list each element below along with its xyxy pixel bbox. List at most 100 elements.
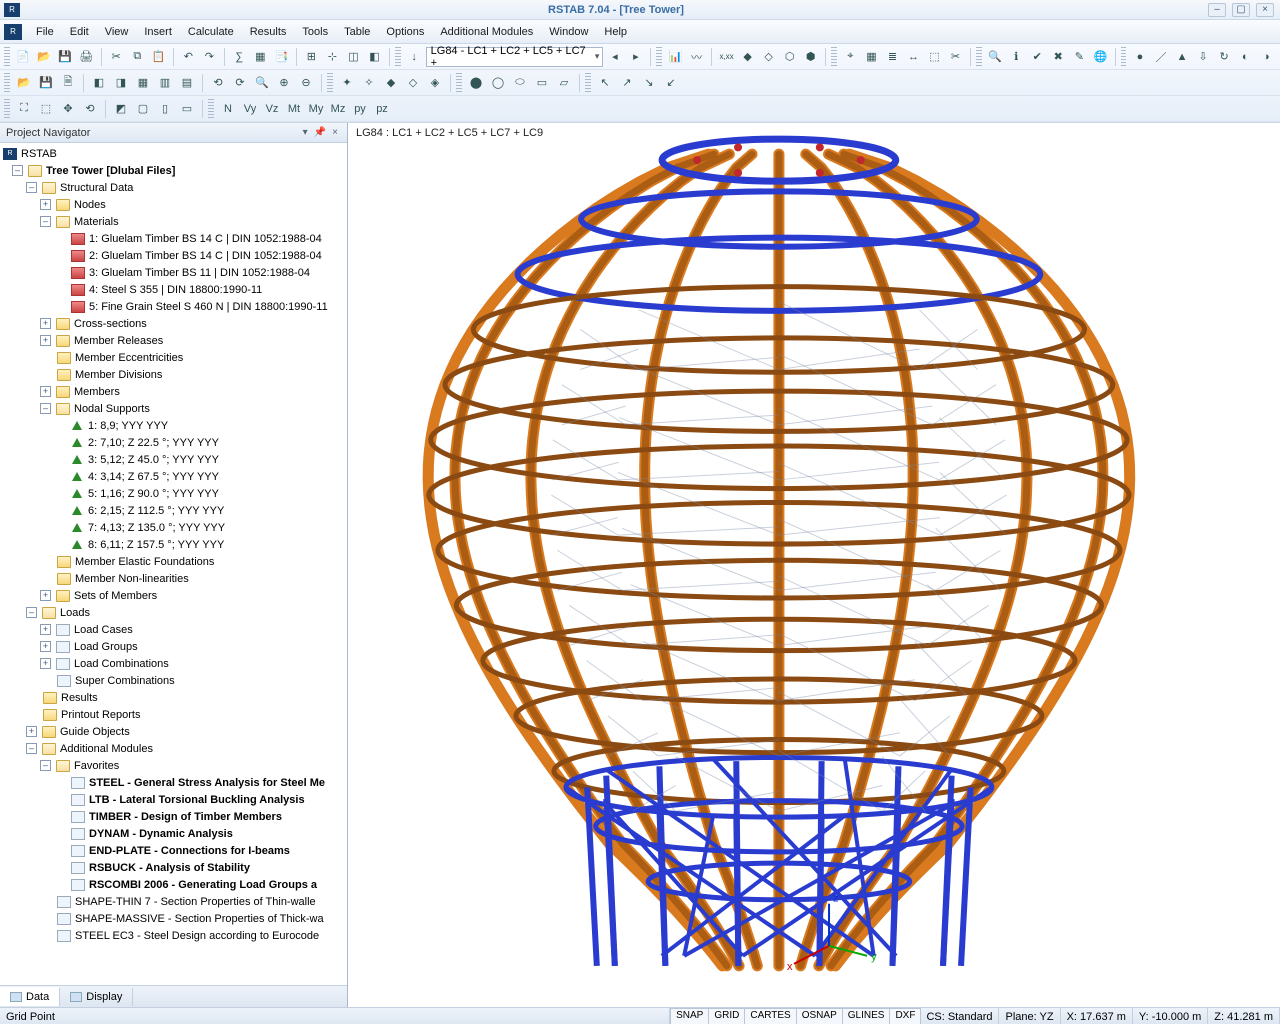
tb2-saveas-icon[interactable]: 🗎 [58, 73, 78, 93]
tb-undo-icon[interactable]: ↶ [179, 47, 198, 67]
status-glines[interactable]: GLINES [842, 1008, 891, 1024]
tb-member-icon[interactable]: ／ [1152, 47, 1171, 67]
tb-results-toggle-icon[interactable]: 📊 [666, 47, 685, 67]
tree-elastic-foundations[interactable]: Member Elastic Foundations [0, 553, 347, 570]
tree-favorite-item[interactable]: END-PLATE - Connections for I-beams [0, 842, 347, 859]
tb2-q-icon[interactable]: ◯ [488, 73, 508, 93]
tree-cross-sections[interactable]: +Cross-sections [0, 315, 347, 332]
tb3-iso-icon[interactable]: ◩ [111, 99, 131, 119]
tree-favorites[interactable]: –Favorites [0, 757, 347, 774]
loadcase-combo[interactable]: LG84 - LC1 + LC2 + LC5 + LC7 + [426, 47, 604, 67]
navigator-pin-icon[interactable]: 📌 [311, 127, 329, 138]
tree-favorite-item[interactable]: RSBUCK - Analysis of Stability [0, 859, 347, 876]
model-viewport[interactable]: LG84 : LC1 + LC2 + LC5 + LC7 + LC9 x y z [348, 123, 1280, 1007]
tb-misc4-icon[interactable]: ⬢ [801, 47, 820, 67]
tree-materials[interactable]: –Materials [0, 213, 347, 230]
tb-prev-icon[interactable]: ◂ [605, 47, 624, 67]
tb-clip-icon[interactable]: ✂ [946, 47, 965, 67]
tb3-e-icon[interactable]: My [306, 99, 326, 119]
tree-material-item[interactable]: 1: Gluelam Timber BS 14 C | DIN 1052:198… [0, 230, 347, 247]
menu-window[interactable]: Window [541, 22, 596, 42]
tree-member-eccentricities[interactable]: Member Eccentricities [0, 349, 347, 366]
tree-additional-modules[interactable]: –Additional Modules [0, 740, 347, 757]
tree-favorite-item[interactable]: RSCOMBI 2006 - Generating Load Groups a [0, 876, 347, 893]
tb2-d-icon[interactable]: ▥ [155, 73, 175, 93]
tree-structural-data[interactable]: –Structural Data [0, 179, 347, 196]
tree-module-item[interactable]: STEEL EC3 - Steel Design according to Eu… [0, 927, 347, 944]
tree-material-item[interactable]: 4: Steel S 355 | DIN 18800:1990-11 [0, 281, 347, 298]
tree-results[interactable]: Results [0, 689, 347, 706]
tb2-h-icon[interactable]: 🔍 [252, 73, 272, 93]
tb2-p-icon[interactable]: ⬤ [466, 73, 486, 93]
tree-favorite-item[interactable]: DYNAM - Dynamic Analysis [0, 825, 347, 842]
tree-favorite-item[interactable]: LTB - Lateral Torsional Buckling Analysi… [0, 791, 347, 808]
tb-misc1-icon[interactable]: ◆ [738, 47, 757, 67]
tb2-save-icon[interactable]: 💾 [36, 73, 56, 93]
status-dxf[interactable]: DXF [889, 1008, 921, 1024]
tb-find-icon[interactable]: 🔍 [986, 47, 1005, 67]
tb-xx-icon[interactable]: x,xx [717, 47, 736, 67]
tree-load-groups[interactable]: +Load Groups [0, 638, 347, 655]
tree-load-combinations[interactable]: +Load Combinations [0, 655, 347, 672]
tb-node-icon[interactable]: ● [1130, 47, 1149, 67]
tb-moment-icon[interactable]: ↻ [1215, 47, 1234, 67]
status-osnap[interactable]: OSNAP [796, 1008, 843, 1024]
tb2-u-icon[interactable]: ↖ [595, 73, 615, 93]
tb2-r-icon[interactable]: ⬭ [510, 73, 530, 93]
tree-guide-objects[interactable]: +Guide Objects [0, 723, 347, 740]
tb3-f-icon[interactable]: Mz [328, 99, 348, 119]
tree-member-releases[interactable]: +Member Releases [0, 332, 347, 349]
tb-load-icon[interactable]: ⇩ [1194, 47, 1213, 67]
tb-info-icon[interactable]: ℹ [1007, 47, 1026, 67]
tb-misc5-icon[interactable]: ◐ [1236, 47, 1255, 67]
tree-material-item[interactable]: 2: Gluelam Timber BS 14 C | DIN 1052:198… [0, 247, 347, 264]
tb2-a-icon[interactable]: ◧ [89, 73, 109, 93]
tb2-e-icon[interactable]: ▤ [177, 73, 197, 93]
tree-favorite-item[interactable]: STEEL - General Stress Analysis for Stee… [0, 774, 347, 791]
menu-results[interactable]: Results [242, 22, 295, 42]
tb2-open-icon[interactable]: 📂 [14, 73, 34, 93]
maximize-button[interactable]: ▢ [1232, 3, 1250, 17]
menu-edit[interactable]: Edit [62, 22, 97, 42]
tb2-k-icon[interactable]: ✦ [337, 73, 357, 93]
tb-print-icon[interactable]: 🖨 [77, 47, 96, 67]
tree-nonlinearities[interactable]: Member Non-linearities [0, 570, 347, 587]
tree-load-cases[interactable]: +Load Cases [0, 621, 347, 638]
tb-new-icon[interactable]: 📄 [14, 47, 33, 67]
tb-edit-icon[interactable]: ✎ [1070, 47, 1089, 67]
tree-support-item[interactable]: 1: 8,9; YYY YYY [0, 417, 347, 434]
tb-paste-icon[interactable]: 📋 [149, 47, 168, 67]
tree-project[interactable]: –Tree Tower [Dlubal Files] [0, 162, 347, 179]
tree-support-item[interactable]: 6: 2,15; Z 112.5 °; YYY YYY [0, 502, 347, 519]
tree-material-item[interactable]: 5: Fine Grain Steel S 460 N | DIN 18800:… [0, 298, 347, 315]
tb2-f-icon[interactable]: ⟲ [208, 73, 228, 93]
tree-support-item[interactable]: 5: 1,16; Z 90.0 °; YYY YYY [0, 485, 347, 502]
tb-save-icon[interactable]: 💾 [56, 47, 75, 67]
tb-del-icon[interactable]: ✖ [1049, 47, 1068, 67]
navigator-tab-display[interactable]: Display [60, 988, 133, 1006]
navigator-tab-data[interactable]: Data [0, 987, 60, 1006]
tree-members[interactable]: +Members [0, 383, 347, 400]
tree-root[interactable]: RRSTAB [0, 145, 347, 162]
tree-module-item[interactable]: SHAPE-THIN 7 - Section Properties of Thi… [0, 893, 347, 910]
tb2-g-icon[interactable]: ⟳ [230, 73, 250, 93]
tb-table-icon[interactable]: ▦ [251, 47, 270, 67]
tb2-t-icon[interactable]: ▱ [554, 73, 574, 93]
tb3-top-icon[interactable]: ▭ [177, 99, 197, 119]
tb-grid-icon[interactable]: ⊞ [302, 47, 321, 67]
status-grid[interactable]: GRID [708, 1008, 745, 1024]
tree-printout-reports[interactable]: Printout Reports [0, 706, 347, 723]
tree-support-item[interactable]: 3: 5,12; Z 45.0 °; YYY YYY [0, 451, 347, 468]
tb-dim-icon[interactable]: ↔ [904, 47, 923, 67]
navigator-close-icon[interactable]: × [329, 127, 341, 138]
menu-file[interactable]: File [28, 22, 62, 42]
navigator-tree[interactable]: RRSTAB –Tree Tower [Dlubal Files] –Struc… [0, 143, 347, 985]
tb-misc6-icon[interactable]: ◑ [1257, 47, 1276, 67]
tb3-zoomfit-icon[interactable]: ⛶ [14, 99, 34, 119]
tb-grid2-icon[interactable]: ▦ [862, 47, 881, 67]
tree-member-divisions[interactable]: Member Divisions [0, 366, 347, 383]
tb-calc-icon[interactable]: ∑ [230, 47, 249, 67]
tb2-w-icon[interactable]: ↘ [639, 73, 659, 93]
tb2-j-icon[interactable]: ⊖ [296, 73, 316, 93]
tree-favorite-item[interactable]: TIMBER - Design of Timber Members [0, 808, 347, 825]
